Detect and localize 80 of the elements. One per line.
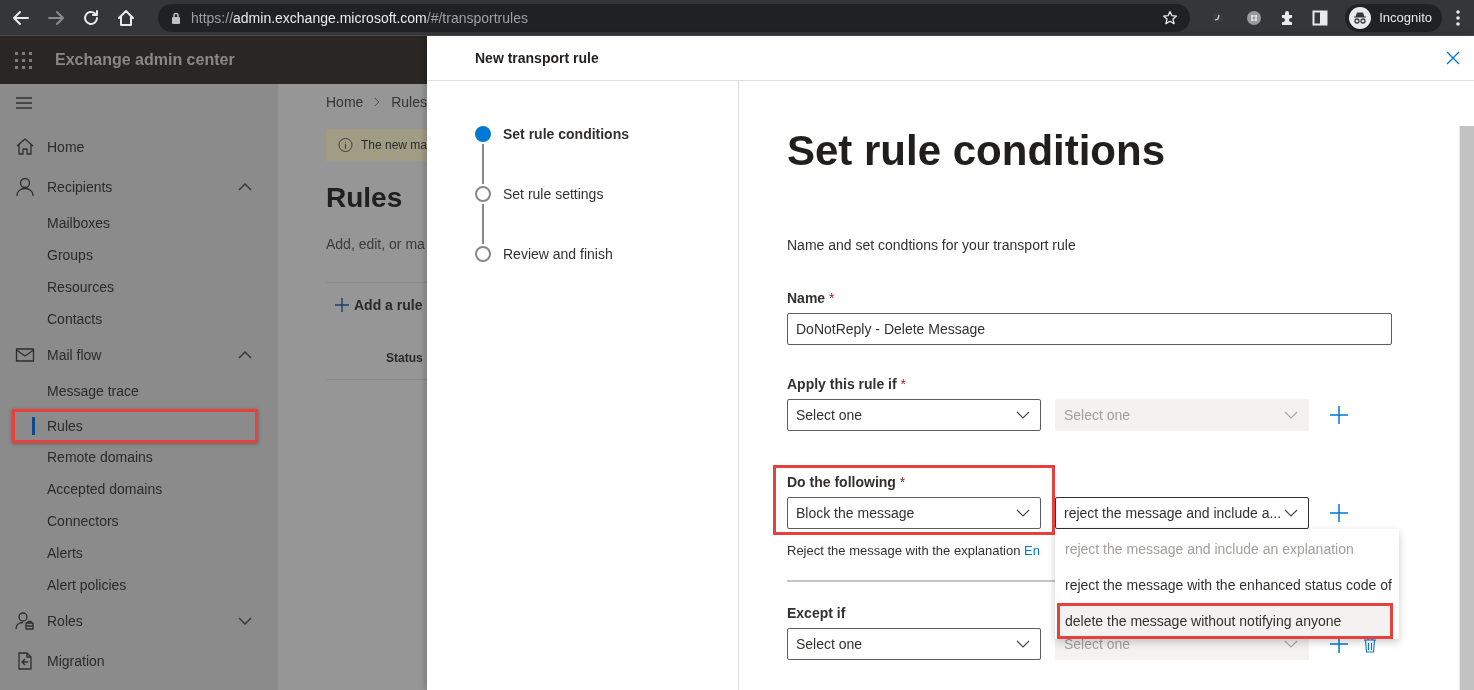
nav-item[interactable]: Groups	[0, 239, 270, 271]
dropdown-option[interactable]: reject the message with the enhanced status code of	[1055, 567, 1399, 603]
step-connector	[482, 204, 484, 244]
column-header[interactable]: Status	[386, 351, 423, 365]
mail-icon	[15, 345, 35, 365]
breadcrumb-link[interactable]: Rules	[391, 94, 427, 110]
chevron-down-icon	[1284, 640, 1298, 648]
nav-item[interactable]: Alerts	[0, 537, 270, 569]
chevron-down-icon	[1016, 411, 1030, 419]
side-panel-icon[interactable]	[1312, 9, 1329, 26]
profile-button[interactable]: Incognito	[1345, 3, 1442, 32]
form-heading: Set rule conditions	[787, 126, 1167, 176]
nav-item[interactable]: Resources	[0, 271, 270, 303]
plus-icon	[334, 297, 350, 313]
address-bar[interactable]: https://admin.exchange.microsoft.com/#/transportrules	[158, 3, 1191, 32]
breadcrumb-link[interactable]: Home	[326, 94, 364, 110]
field-label: Apply this rule if *	[787, 375, 908, 394]
field-label: Do the following *	[787, 473, 907, 492]
chevron-down-icon	[1284, 411, 1298, 419]
nav-item[interactable]: Migration	[0, 641, 270, 681]
extension-icon[interactable]	[1212, 11, 1225, 24]
incognito-icon	[1349, 6, 1372, 29]
home-icon	[15, 137, 35, 157]
dropdown-option[interactable]: delete the message without notifying anyone	[1057, 603, 1393, 639]
app-title: Exchange admin center	[55, 51, 235, 69]
form-description: Name and set condtions for your transport rule	[787, 237, 1077, 253]
nav-item[interactable]: Home	[0, 127, 270, 167]
nav-item[interactable]: Roles	[0, 601, 270, 641]
chevron-right-icon	[374, 97, 381, 107]
forward-arrow-icon[interactable]	[47, 8, 65, 27]
field-label: Except if	[787, 604, 847, 623]
nav-item[interactable]: Remote domains	[0, 441, 270, 473]
dropdown[interactable]: Block the message	[787, 497, 1041, 529]
close-icon[interactable]	[1446, 51, 1460, 65]
nav-item[interactable]: Contacts	[0, 303, 270, 335]
page-heading: Rules	[326, 182, 404, 214]
menu-icon[interactable]	[15, 96, 33, 110]
info-icon	[338, 137, 353, 153]
nav-item[interactable]: Recipients	[0, 167, 270, 207]
kebab-menu-icon[interactable]	[1456, 9, 1460, 26]
nav-item[interactable]: Rules	[12, 409, 258, 443]
scrollbar[interactable]	[1459, 126, 1474, 690]
add-icon[interactable]	[1329, 405, 1349, 425]
person-with-badge-icon	[15, 611, 35, 631]
delete-icon[interactable]	[1363, 637, 1377, 653]
step-label[interactable]: Review and finish	[503, 246, 613, 262]
chevron-down-icon	[1284, 509, 1298, 517]
dropdown[interactable]: Select one	[787, 628, 1041, 660]
dropdown[interactable]: Select one	[787, 399, 1041, 431]
enter-text-link[interactable]: En	[1024, 543, 1040, 558]
panel-title: New transport rule	[475, 50, 599, 66]
reload-icon[interactable]	[82, 8, 100, 27]
step-label[interactable]: Set rule conditions	[503, 126, 629, 142]
person-icon	[15, 177, 35, 197]
field-label: Name *	[787, 289, 836, 308]
document-arrow-icon	[15, 651, 35, 671]
back-arrow-icon[interactable]	[12, 8, 30, 27]
extension-icon[interactable]	[1246, 9, 1263, 26]
home-icon[interactable]	[117, 8, 135, 27]
app-launcher-icon[interactable]	[15, 51, 32, 69]
banner-text: The new ma	[360, 138, 427, 152]
step-connector	[482, 144, 484, 184]
add-icon[interactable]	[1329, 503, 1349, 523]
nav-item[interactable]: Alert policies	[0, 569, 270, 601]
dropdown[interactable]: reject the message and include a...	[1055, 497, 1309, 529]
step-label[interactable]: Set rule settings	[503, 186, 604, 202]
selection-bar	[32, 417, 35, 435]
nav-item[interactable]: Message trace	[0, 375, 270, 407]
star-icon[interactable]	[1162, 9, 1179, 26]
nav-item[interactable]: Connectors	[0, 505, 270, 537]
page-description: Add, edit, or ma	[326, 236, 426, 252]
lock-icon	[171, 11, 181, 24]
nav-item[interactable]: Mailboxes	[0, 207, 270, 239]
nav-item[interactable]: Mail flow	[0, 335, 270, 375]
url-text: https://admin.exchange.microsoft.com/#/transportrules	[191, 9, 529, 26]
chevron-down-icon	[1016, 640, 1030, 648]
chevron-down-icon	[1016, 509, 1030, 517]
nav-item[interactable]: Accepted domains	[0, 473, 270, 505]
name-field[interactable]: DoNotReply - Delete Message	[787, 313, 1392, 345]
add-rule-button[interactable]: Add a rule	[326, 297, 427, 313]
